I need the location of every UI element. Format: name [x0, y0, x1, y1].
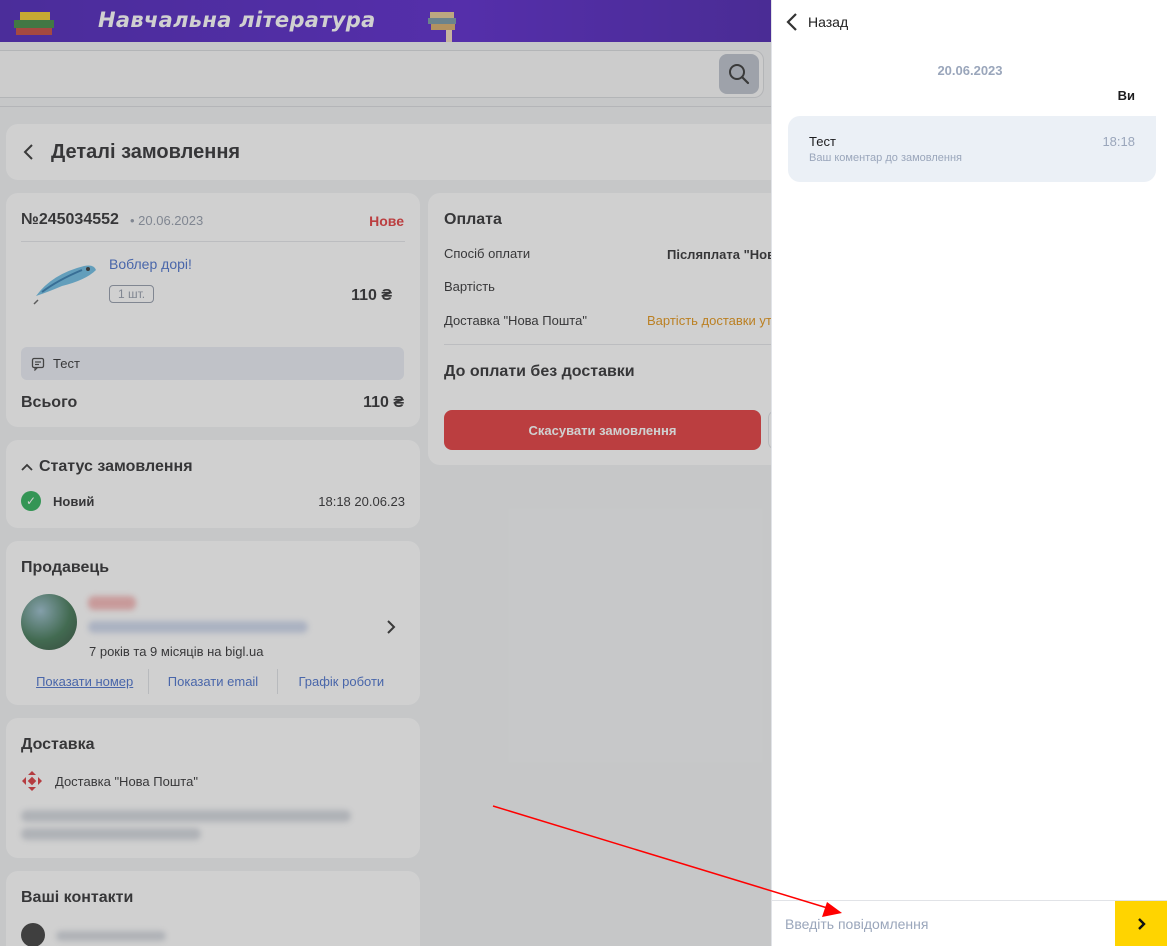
seller-avatar[interactable] — [21, 594, 77, 650]
search-button[interactable] — [719, 54, 759, 94]
order-date: • 20.06.2023 — [130, 213, 204, 228]
product-image[interactable] — [32, 256, 100, 306]
work-schedule-link[interactable]: Графік роботи — [278, 669, 405, 694]
delivery-method-label: Доставка "Нова Пошта" — [55, 773, 198, 789]
seller-title: Продавець — [21, 559, 110, 576]
divider — [21, 241, 405, 242]
chevron-right-icon[interactable] — [386, 619, 396, 635]
user-avatar — [21, 923, 45, 946]
order-comment[interactable]: Тест — [21, 347, 404, 380]
user-name-redacted — [56, 931, 166, 941]
comment-text: Тест — [53, 356, 80, 371]
order-status-badge: Нове — [369, 213, 404, 229]
seller-years: 7 років та 9 місяців на bigl.ua — [89, 644, 264, 659]
status-state: Новий — [53, 493, 95, 509]
chevron-right-icon — [1137, 918, 1146, 930]
show-email-link[interactable]: Показати email — [149, 669, 278, 694]
chat-message-caption: Ваш коментар до замовлення — [809, 152, 963, 164]
back-arrow-icon[interactable] — [22, 142, 36, 162]
total-value: 110 ₴ — [363, 394, 404, 411]
chat-panel: Назад 20.06.2023 Ви Тест 18:18 Ваш комен… — [771, 0, 1167, 946]
chevron-left-icon — [786, 13, 797, 31]
order-number: №245034552 — [21, 211, 119, 228]
payment-title: Оплата — [444, 211, 502, 228]
payment-card: Оплата Спосіб оплати Післяплата "Нов Вар… — [428, 193, 808, 465]
payment-method-value: Післяплата "Нов — [667, 247, 776, 262]
delivery-address-redacted-2 — [21, 828, 201, 840]
chat-message: Тест 18:18 Ваш коментар до замовлення — [788, 116, 1156, 182]
seller-links: Показати номер Показати email Графік роб… — [21, 669, 405, 694]
search-icon — [729, 64, 750, 85]
chat-date: 20.06.2023 — [937, 63, 1003, 78]
seller-info-redacted — [88, 621, 308, 633]
contacts-card: Ваші контакти — [6, 871, 420, 946]
check-icon: ✓ — [21, 491, 41, 511]
status-timestamp: 18:18 20.06.23 — [318, 493, 405, 509]
header-divider — [0, 106, 771, 107]
payment-delivery-label: Доставка "Нова Пошта" — [444, 313, 587, 328]
payment-method-label: Спосіб оплати — [444, 246, 531, 261]
page-title: Деталі замовлення — [51, 141, 241, 163]
seller-name-redacted — [88, 596, 136, 610]
promo-banner[interactable]: Навчальна література — [0, 0, 771, 42]
send-button[interactable] — [1115, 901, 1167, 946]
chat-sender-label: Ви — [1117, 88, 1135, 103]
chat-input-bar — [772, 900, 1167, 946]
total-label: Всього — [21, 394, 78, 411]
delivery-address-redacted — [21, 810, 351, 822]
order-card: №245034552 • 20.06.2023 Нове Воблер дорі… — [6, 193, 420, 427]
payment-delivery-value: Вартість доставки ут — [647, 313, 772, 328]
divider — [444, 344, 784, 345]
order-status-card: Статус замовлення ✓ Новий 18:18 20.06.23 — [6, 440, 420, 528]
delivery-card: Доставка Доставка "Нова Пошта" — [6, 718, 420, 858]
chevron-up-icon — [21, 463, 33, 471]
nova-poshta-icon — [22, 771, 42, 791]
chat-back-label: Назад — [808, 14, 849, 30]
contacts-title: Ваші контакти — [21, 889, 134, 906]
product-quantity: 1 шт. — [109, 285, 155, 303]
payment-due-label: До оплати без доставки — [444, 363, 635, 380]
chat-message-text: Тест — [809, 134, 836, 149]
product-name-link[interactable]: Воблер дорі! — [109, 256, 192, 272]
product-price: 110 ₴ — [351, 287, 392, 304]
delivery-method: Доставка "Нова Пошта" — [21, 770, 198, 792]
books-illustration — [14, 12, 54, 35]
status-section-toggle[interactable]: Статус замовлення — [21, 458, 193, 476]
chat-message-time: 18:18 — [1102, 134, 1135, 149]
chat-message-input[interactable] — [772, 901, 1115, 946]
status-row: ✓ Новий 18:18 20.06.23 — [21, 491, 405, 511]
chat-back-button[interactable]: Назад — [786, 12, 848, 32]
page-title-card: Деталі замовлення — [6, 124, 796, 180]
status-section-title: Статус замовлення — [39, 458, 193, 475]
banner-text: Навчальна література — [98, 8, 376, 32]
payment-cost-label: Вартість — [444, 279, 495, 294]
comment-icon — [31, 357, 45, 371]
search-input[interactable] — [0, 50, 764, 98]
delivery-title: Доставка — [21, 736, 95, 753]
show-phone-link[interactable]: Показати номер — [21, 669, 150, 694]
books-stack-illustration — [428, 12, 456, 42]
seller-card: Продавець 7 років та 9 місяців на bigl.u… — [6, 541, 420, 705]
cancel-order-button[interactable]: Скасувати замовлення — [444, 410, 761, 450]
